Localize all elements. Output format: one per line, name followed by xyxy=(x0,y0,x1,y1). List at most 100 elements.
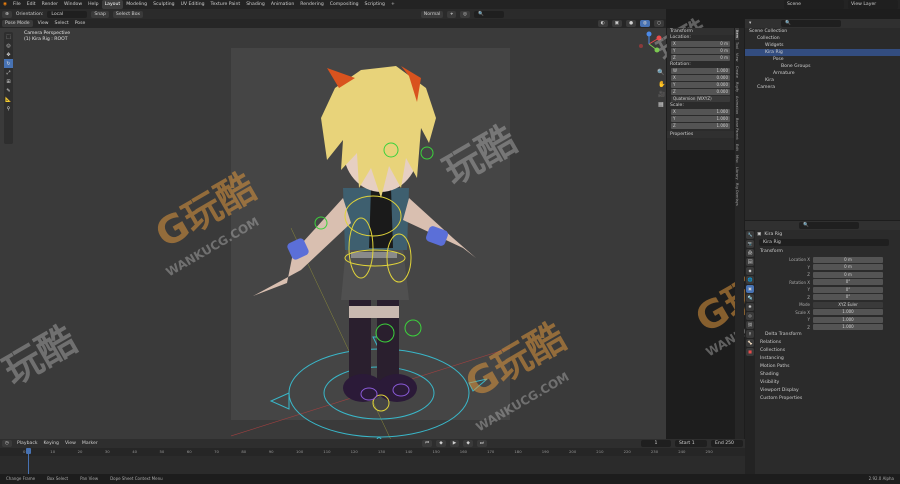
sidebar-tab-edit[interactable]: Edit xyxy=(735,142,739,153)
pose-menu[interactable]: Pose xyxy=(72,21,89,26)
prop-scale-y-field[interactable]: 1.000 xyxy=(813,316,883,323)
sidebar-tab-rig-overlays[interactable]: Rig Overlays xyxy=(735,181,739,208)
xray-icon[interactable]: ▣ xyxy=(611,20,622,27)
bone-tab-icon[interactable]: 🦴 xyxy=(746,339,754,347)
sidebar-tab-item[interactable]: Item xyxy=(735,28,739,41)
measure-tool-icon[interactable]: 📐 xyxy=(4,95,13,104)
render-tab-icon[interactable]: 📷 xyxy=(746,240,754,248)
output-tab-icon[interactable]: 🖨 xyxy=(746,249,754,257)
transform-section-header[interactable]: Transform xyxy=(757,248,900,256)
sidebar-tab-library[interactable]: Library xyxy=(735,165,739,182)
marker-menu[interactable]: Marker xyxy=(79,441,101,446)
constraints-tab-icon[interactable]: ⛓ xyxy=(746,321,754,329)
overlay-icon[interactable]: ◐ xyxy=(597,20,608,27)
object-tab-icon[interactable]: ▣ xyxy=(746,285,754,293)
next-key-icon[interactable]: ◆ xyxy=(463,440,473,447)
prev-key-icon[interactable]: ◆ xyxy=(436,440,446,447)
sidebar-tab-tool[interactable]: Tool xyxy=(735,40,739,51)
scale-x-field[interactable]: X 1.000 xyxy=(671,109,730,115)
tool-tab-icon[interactable]: 🔧 xyxy=(746,231,754,239)
scene-selector[interactable]: Scene xyxy=(784,0,844,9)
rotate-tool-icon[interactable]: ↻ xyxy=(4,59,13,68)
menu-file[interactable]: File xyxy=(10,0,24,9)
workspace-tab-layout[interactable]: Layout xyxy=(101,0,124,9)
viewport-display-section[interactable]: Viewport Display xyxy=(757,387,900,395)
prop-rotation-x-field[interactable]: 0° xyxy=(813,279,883,285)
menu-help[interactable]: Help xyxy=(85,0,101,9)
mode-dropdown[interactable]: Pose Mode xyxy=(2,20,33,27)
bone-constraint-tab-icon[interactable]: ■ xyxy=(746,348,754,356)
prop-scale-z-field[interactable]: 1.000 xyxy=(813,324,883,330)
current-frame-field[interactable]: 1 xyxy=(641,440,671,447)
transform-panel-header[interactable]: Transform xyxy=(667,28,734,35)
blender-logo-icon[interactable]: ◉ xyxy=(0,0,10,9)
outliner-row-collection[interactable]: Collection xyxy=(745,35,900,42)
shading-material-icon[interactable]: ◍ xyxy=(639,20,650,27)
sidebar-tab-misc[interactable]: Misc xyxy=(735,153,739,165)
move-tool-icon[interactable]: ✥ xyxy=(4,50,13,59)
particles-tab-icon[interactable]: ✺ xyxy=(746,303,754,311)
scale-z-field[interactable]: Z 1.000 xyxy=(671,123,730,129)
outliner-filter-icon[interactable]: ▾ xyxy=(749,21,751,26)
outliner-row-scene-collection[interactable]: Scene Collection xyxy=(745,28,900,35)
proportional-icon[interactable]: ◎ xyxy=(459,10,470,18)
workspace-tab-shading[interactable]: Shading xyxy=(243,0,268,9)
physics-tab-icon[interactable]: ◎ xyxy=(746,312,754,320)
rotation-w-field[interactable]: W 1.000 xyxy=(671,68,730,74)
rotation-y-field[interactable]: Y 0.000 xyxy=(671,82,730,88)
rotation-z-field[interactable]: Z 0.000 xyxy=(671,89,730,95)
location-z-field[interactable]: Z0 m xyxy=(671,55,730,61)
end-frame-field[interactable]: End 250 xyxy=(711,440,743,447)
add-workspace-icon[interactable]: + xyxy=(388,0,398,9)
start-frame-field[interactable]: Start 1 xyxy=(675,440,707,447)
workspace-tab-rendering[interactable]: Rendering xyxy=(297,0,326,9)
relations-section[interactable]: Relations xyxy=(757,339,900,347)
visibility-section[interactable]: Visibility xyxy=(757,379,900,387)
shading-section[interactable]: Shading xyxy=(757,371,900,379)
tool-icon[interactable]: ⊕ xyxy=(2,10,12,18)
playback-menu[interactable]: Playback xyxy=(14,441,41,446)
timeline-editor-type-icon[interactable]: ◷ xyxy=(2,440,13,447)
workspace-tab-texture-paint[interactable]: Texture Paint xyxy=(208,0,244,9)
workspace-tab-uv-editing[interactable]: UV Editing xyxy=(178,0,208,9)
sidebar-tab-animation[interactable]: Animation xyxy=(735,94,739,116)
menu-render[interactable]: Render xyxy=(39,0,61,9)
prop-location-y-field[interactable]: 0 m xyxy=(813,264,883,270)
transform-tool-icon[interactable]: ⊞ xyxy=(4,77,13,86)
sidebar-tab-create[interactable]: Create xyxy=(735,64,739,80)
modifier-tab-icon[interactable]: 🔩 xyxy=(746,294,754,302)
outliner-row-kira-rig[interactable]: Kira Rig xyxy=(745,49,900,56)
view-layer-selector[interactable]: View Layer xyxy=(848,0,898,9)
shading-rendered-icon[interactable]: ○ xyxy=(653,20,664,27)
sidebar-tab-view[interactable]: View xyxy=(735,51,739,64)
rotation-mode-dropdown[interactable]: Quaternion (WXYZ) xyxy=(671,96,730,102)
prop-location-z-field[interactable]: 0 m xyxy=(813,271,883,278)
scale-tool-icon[interactable]: ⤢ xyxy=(4,68,13,77)
delta-transform-section[interactable]: Delta Transform xyxy=(757,331,900,339)
prop-location-x-field[interactable]: 0 m xyxy=(813,256,883,263)
outliner-row-widgets[interactable]: Widgets xyxy=(745,42,900,49)
select-tool-icon[interactable]: ⬚ xyxy=(4,32,13,41)
outliner-row-kira[interactable]: Kira xyxy=(745,77,900,84)
snap-dropdown[interactable]: Snap xyxy=(91,10,109,18)
prop-rotation-z-field[interactable]: 0° xyxy=(813,294,883,300)
location-x-field[interactable]: X0 m xyxy=(671,41,730,47)
timeline-view-menu[interactable]: View xyxy=(62,441,79,446)
world-tab-icon[interactable]: 🌐 xyxy=(746,276,754,284)
data-tab-icon[interactable]: ⚲ xyxy=(746,330,754,338)
workspace-tab-scripting[interactable]: Scripting xyxy=(362,0,388,9)
properties-search-input[interactable]: 🔍 xyxy=(799,222,859,229)
sidebar-tab-rigify[interactable]: Rigify xyxy=(735,80,739,94)
select-menu[interactable]: Select xyxy=(52,21,72,26)
menu-window[interactable]: Window xyxy=(61,0,85,9)
play-icon[interactable]: ▶ xyxy=(449,440,460,447)
scale-y-field[interactable]: Y 1.000 xyxy=(671,116,730,122)
cursor-tool-icon[interactable]: ◎ xyxy=(4,41,13,50)
workspace-tab-animation[interactable]: Animation xyxy=(268,0,297,9)
keying-menu[interactable]: Keying xyxy=(41,441,62,446)
outliner-row-armature[interactable]: Armature xyxy=(745,70,900,77)
annotate-tool-icon[interactable]: ✎ xyxy=(4,86,13,95)
instancing-section[interactable]: Instancing xyxy=(757,355,900,363)
jump-end-icon[interactable]: ⏭ xyxy=(476,440,487,447)
outliner-search-input[interactable]: 🔍 xyxy=(781,20,842,27)
